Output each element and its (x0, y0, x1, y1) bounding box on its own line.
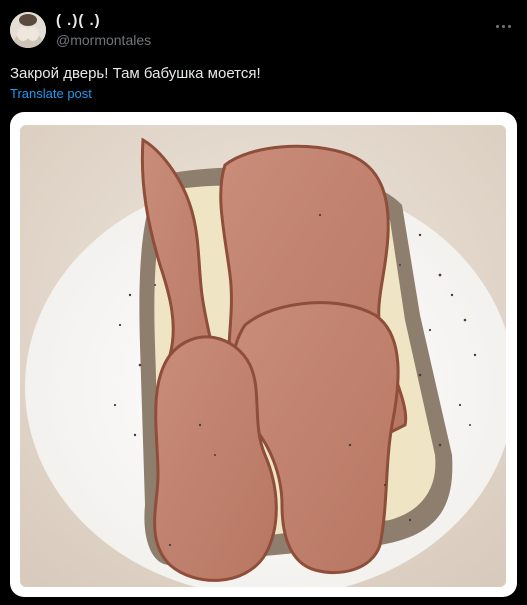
sandwich-photo (20, 125, 506, 587)
author-names: ( .)( .) @mormontales (56, 12, 151, 49)
post[interactable]: ( .)( .) @mormontales Закрой дверь! Там … (0, 0, 527, 605)
more-horizontal-icon[interactable] (491, 18, 515, 34)
author-handle[interactable]: @mormontales (56, 31, 151, 49)
more-dot (495, 24, 499, 28)
author-display-name[interactable]: ( .)( .) (56, 12, 151, 30)
more-dot (501, 24, 505, 28)
more-dot (507, 24, 511, 28)
media-photo (20, 125, 506, 587)
avatar[interactable] (10, 12, 46, 48)
post-text: Закрой дверь! Там бабушка моется! (10, 65, 261, 82)
avatar-image (10, 12, 46, 48)
translate-post-link[interactable]: Translate post (10, 86, 92, 102)
post-media[interactable] (10, 112, 517, 597)
post-header: ( .)( .) @mormontales (10, 10, 517, 50)
